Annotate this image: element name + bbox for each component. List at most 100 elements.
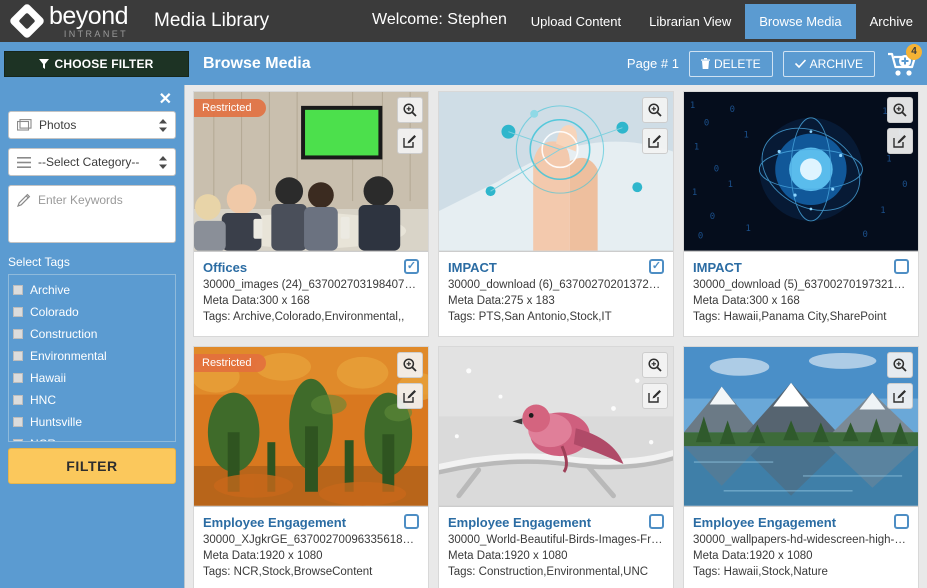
- svg-text:1: 1: [690, 101, 695, 111]
- nav-link-archive[interactable]: Archive: [856, 4, 927, 39]
- filter-button[interactable]: FILTER: [8, 448, 176, 484]
- zoom-preview-icon[interactable]: [642, 352, 668, 378]
- svg-text:1: 1: [692, 188, 697, 198]
- tag-checkbox[interactable]: [13, 439, 23, 442]
- bird-on-snowy-branch-image: [439, 347, 673, 506]
- tag-label: HNC: [30, 393, 56, 407]
- brand-subtitle: INTRANET: [49, 30, 128, 39]
- media-title[interactable]: Employee Engagement: [693, 515, 909, 530]
- edit-icon[interactable]: [642, 383, 668, 409]
- media-thumbnail[interactable]: Restricted: [194, 92, 428, 252]
- svg-text:1: 1: [745, 224, 750, 234]
- svg-text:0: 0: [862, 230, 867, 240]
- media-card-body: IMPACT 30000_download (6)_63700270201372…: [439, 252, 673, 336]
- thumbnail-actions: [887, 352, 913, 409]
- media-title[interactable]: Offices: [203, 260, 419, 275]
- media-thumbnail[interactable]: Restricted: [194, 347, 428, 507]
- media-filename: 30000_download (5)_63700270197321775...: [693, 279, 909, 291]
- archive-button[interactable]: ARCHIVE: [783, 51, 875, 77]
- media-card[interactable]: Employee Engagement 30000_World-Beautifu…: [438, 346, 674, 588]
- edit-icon[interactable]: [887, 383, 913, 409]
- sub-toolbar: CHOOSE FILTER Browse Media Page # 1 DELE…: [0, 42, 927, 85]
- pencil-icon: [17, 193, 31, 207]
- media-thumbnail[interactable]: 101 010 011 101 010 01: [684, 92, 918, 252]
- media-select-checkbox[interactable]: [404, 259, 419, 274]
- nav-link-upload-content[interactable]: Upload Content: [517, 4, 635, 39]
- media-title[interactable]: IMPACT: [693, 260, 909, 275]
- trash-icon: [701, 58, 710, 69]
- media-type-value: Photos: [39, 118, 76, 132]
- tag-label: Archive: [30, 283, 70, 297]
- edit-icon[interactable]: [887, 128, 913, 154]
- media-select-checkbox[interactable]: [649, 259, 664, 274]
- cart-badge-count: 4: [906, 44, 922, 60]
- media-select-checkbox[interactable]: [894, 259, 909, 274]
- tag-item-hawaii[interactable]: Hawaii: [13, 367, 175, 389]
- mountain-lake-image: [684, 347, 918, 506]
- media-grid: Restricted Offices 30000_images (24)_637…: [193, 91, 927, 588]
- media-card[interactable]: Restricted Offices 30000_images (24)_637…: [193, 91, 429, 337]
- media-metadata: Meta Data:300 x 168: [693, 295, 909, 307]
- media-select-checkbox[interactable]: [894, 514, 909, 529]
- media-title[interactable]: Employee Engagement: [203, 515, 419, 530]
- zoom-preview-icon[interactable]: [887, 97, 913, 123]
- app-title: Media Library: [154, 10, 269, 32]
- tag-item-environmental[interactable]: Environmental: [13, 345, 175, 367]
- cart-button[interactable]: 4: [887, 51, 917, 77]
- tag-checkbox[interactable]: [13, 285, 23, 295]
- media-card[interactable]: 101 010 011 101 010 01: [683, 91, 919, 337]
- zoom-preview-icon[interactable]: [642, 97, 668, 123]
- media-tags: Tags: Hawaii,Panama City,SharePoint: [693, 311, 909, 323]
- media-card[interactable]: IMPACT 30000_download (6)_63700270201372…: [438, 91, 674, 337]
- edit-icon[interactable]: [397, 128, 423, 154]
- tag-item-colorado[interactable]: Colorado: [13, 301, 175, 323]
- tag-checkbox[interactable]: [13, 395, 23, 405]
- media-card[interactable]: Employee Engagement 30000_wallpapers-hd-…: [683, 346, 919, 588]
- tag-checkbox[interactable]: [13, 417, 23, 427]
- tag-checkbox[interactable]: [13, 307, 23, 317]
- tag-checkbox[interactable]: [13, 351, 23, 361]
- zoom-preview-icon[interactable]: [887, 352, 913, 378]
- keywords-input[interactable]: Enter Keywords: [8, 185, 176, 243]
- tag-item-ncr[interactable]: NCR: [13, 433, 175, 442]
- delete-button[interactable]: DELETE: [689, 51, 773, 77]
- tag-checkbox[interactable]: [13, 329, 23, 339]
- edit-icon[interactable]: [642, 128, 668, 154]
- media-filename: 30000_images (24)_637002703198407630...: [203, 279, 419, 291]
- media-title[interactable]: IMPACT: [448, 260, 664, 275]
- media-thumbnail[interactable]: [439, 347, 673, 507]
- tag-item-construction[interactable]: Construction: [13, 323, 175, 345]
- svg-text:0: 0: [710, 212, 715, 222]
- tag-item-archive[interactable]: Archive: [13, 279, 175, 301]
- svg-text:1: 1: [743, 131, 748, 141]
- media-card[interactable]: Restricted Employee Engagement 30000_XJg…: [193, 346, 429, 588]
- tags-list[interactable]: Archive Colorado Construction Environmen…: [8, 274, 176, 442]
- hand-touch-interface-image: [439, 92, 673, 251]
- media-card-body: Employee Engagement 30000_XJgkrGE_637002…: [194, 507, 428, 588]
- media-select-checkbox[interactable]: [649, 514, 664, 529]
- nav-link-librarian-view[interactable]: Librarian View: [635, 4, 745, 39]
- tag-checkbox[interactable]: [13, 373, 23, 383]
- media-type-select[interactable]: Photos: [8, 111, 176, 139]
- brand-name: beyond: [49, 4, 128, 29]
- media-tags: Tags: Hawaii,Stock,Nature: [693, 566, 909, 578]
- tag-item-hnc[interactable]: HNC: [13, 389, 175, 411]
- media-thumbnail[interactable]: [684, 347, 918, 507]
- list-icon: [17, 157, 31, 168]
- close-filter-icon[interactable]: ✕: [8, 85, 176, 111]
- nav-link-browse-media[interactable]: Browse Media: [745, 4, 855, 39]
- brand-logo[interactable]: beyond INTRANET: [0, 4, 128, 39]
- choose-filter-label: CHOOSE FILTER: [54, 57, 153, 71]
- page-title: Browse Media: [203, 55, 311, 73]
- tag-item-huntsville[interactable]: Huntsville: [13, 411, 175, 433]
- zoom-preview-icon[interactable]: [397, 352, 423, 378]
- edit-icon[interactable]: [397, 383, 423, 409]
- media-select-checkbox[interactable]: [404, 514, 419, 529]
- zoom-preview-icon[interactable]: [397, 97, 423, 123]
- media-metadata: Meta Data:300 x 168: [203, 295, 419, 307]
- media-thumbnail[interactable]: [439, 92, 673, 252]
- thumbnail-actions: [642, 352, 668, 409]
- category-select[interactable]: --Select Category--: [8, 148, 176, 176]
- choose-filter-button[interactable]: CHOOSE FILTER: [4, 51, 189, 77]
- media-title[interactable]: Employee Engagement: [448, 515, 664, 530]
